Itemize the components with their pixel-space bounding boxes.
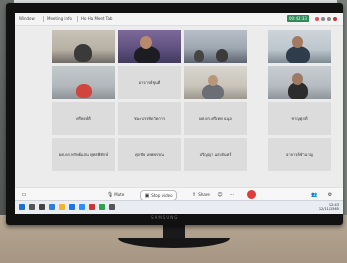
participant-name: ชาญศุภดี [291,116,308,121]
name-tile[interactable]: ศุภชัย เทพพรรณ [118,138,181,171]
participant-head [140,36,152,49]
participant-name: ศุภชัย เทพพรรณ [135,152,164,157]
participant-head [208,75,218,86]
participant-figure [74,44,92,62]
menu-window[interactable]: Window [19,16,35,21]
close-icon[interactable] [333,17,337,21]
participant-name: อาจารย์ชุนดี [138,80,161,85]
excel-icon[interactable] [99,204,105,210]
participant-name: ผศ.ดร.ทรัพย์แสน พุทธพิทักษ์ [58,152,108,157]
taskbar-clock[interactable]: 12:43 12/11/2565 [319,203,339,211]
menu-meeting-info[interactable]: Meeting info [47,16,72,21]
video-tile-active-speaker[interactable] [118,30,181,63]
folder-icon[interactable] [59,204,65,210]
name-tile[interactable]: ผศ.ดร.ศรีเทพ ฉนุล [184,102,247,135]
monitor-bezel: SAMSUNG Window Meeting info Ho Ha Meet T… [6,3,343,225]
name-tile[interactable]: ปริญญา แสงจันทร์ [184,138,247,171]
participant-name: ศรีพงษ์ดี [76,116,91,121]
participant-name: ผศ.ดร.ศรีเทพ ฉนุล [199,116,232,121]
shield-icon[interactable] [315,17,319,21]
monitor-brand: SAMSUNG [151,215,179,220]
divider [77,16,78,22]
meeting-toolbar: ▭ 🎙 Mute ▣ Stop video ⇪ Share ☺ ⋯ 👥 ⚙ [15,187,343,201]
participant-figure [76,84,92,98]
share-icon: ⇪ [191,192,197,198]
mute-button[interactable]: 🎙 Mute [107,190,124,199]
name-tile[interactable]: อาจารย์ชุนดี [118,66,181,99]
app-icon[interactable] [89,204,95,210]
divider [43,16,44,22]
chrome-icon[interactable] [69,204,75,210]
app-icon[interactable] [109,204,115,210]
participant-name: อาจารย์ชำนาญ [285,152,314,157]
leave-icon[interactable] [247,190,256,199]
chat-icon[interactable]: ▭ [21,190,27,199]
zoom-icon[interactable] [79,204,85,210]
people-icon[interactable]: 👥 [311,190,317,199]
meeting-timer-badge: 00:42:33 [287,15,309,22]
participant-head [292,36,303,48]
name-tile[interactable]: ชนะบรรทัดวัดการ [118,102,181,135]
meeting-top-bar: Window Meeting info Ho Ha Meet Tab 00:42… [15,13,343,26]
participant-figure [202,84,224,99]
participant-figure [216,49,228,62]
minimize-icon[interactable] [321,17,325,21]
name-tile[interactable]: ผศ.ดร.ทรัพย์แสน พุทธพิทักษ์ [52,138,115,171]
search-icon[interactable] [29,204,35,210]
share-button[interactable]: ⇪ Share [191,190,210,199]
video-tile[interactable] [268,30,331,63]
mute-label: Mute [114,192,125,197]
taskbar-date: 12/11/2565 [318,207,339,211]
name-tile[interactable]: ชาญศุภดี [268,102,331,135]
video-tile[interactable] [268,66,331,99]
video-tile[interactable] [184,66,247,99]
video-tile[interactable] [184,30,247,63]
settings-icon[interactable]: ⚙ [327,190,333,199]
os-taskbar: 12:43 12/11/2565 [15,200,343,214]
stop-video-label: Stop video [151,193,173,198]
name-tile[interactable]: อาจารย์ชำนาญ [268,138,331,171]
edge-icon[interactable] [49,204,55,210]
task-view-icon[interactable] [39,204,45,210]
meeting-screen: Window Meeting info Ho Ha Meet Tab 00:42… [15,13,343,214]
participant-figure [194,50,204,62]
participant-head [292,73,303,85]
video-tile[interactable] [52,30,115,63]
participant-figure [286,46,310,63]
share-label: Share [198,192,210,197]
windows-start-icon[interactable] [19,204,25,210]
maximize-icon[interactable] [327,17,331,21]
name-tile[interactable]: ศรีพงษ์ดี [52,102,115,135]
microphone-icon: 🎙 [107,192,114,198]
more-icon[interactable]: ⋯ [229,190,235,199]
participant-name: ปริญญา แสงจันทร์ [199,152,232,157]
participant-name: ชนะบรรทัดวัดการ [133,116,166,121]
menu-meeting-tab[interactable]: Ho Ha Meet Tab [81,16,112,21]
video-tile[interactable] [52,66,115,99]
reactions-icon[interactable]: ☺ [217,190,223,199]
camera-icon: ▣ [144,193,150,199]
